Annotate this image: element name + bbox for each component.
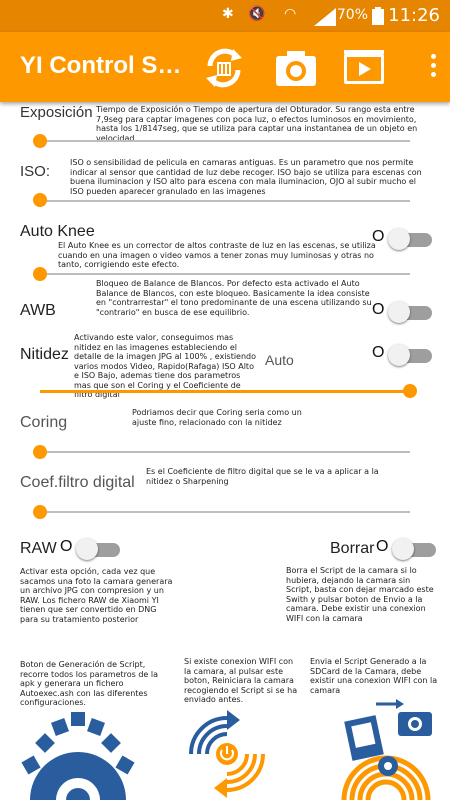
- borrar-toggle[interactable]: O: [376, 538, 438, 560]
- autoknee-desc: El Auto Knee es un corrector de altos co…: [58, 241, 376, 269]
- coef-slider-track[interactable]: [40, 511, 410, 513]
- overflow-menu-icon[interactable]: [430, 54, 438, 80]
- coring-label: Coring: [20, 414, 68, 431]
- coef-label: Coef.filtro digital: [20, 474, 135, 491]
- nitidez-slider-thumb[interactable]: [403, 384, 417, 398]
- nitidez-toggle[interactable]: O: [372, 344, 434, 366]
- clock: 11:26: [388, 5, 440, 26]
- awb-desc: Bloqueo de Balance de Blancos. Por defec…: [96, 279, 372, 317]
- raw-label: RAW: [20, 540, 57, 557]
- reboot-desc: Si existe conexion WIFI con la camara, a…: [184, 657, 298, 704]
- nitidez-mode-value: Auto: [265, 352, 294, 368]
- wifi-icon: ◠: [284, 6, 297, 22]
- reboot-camera-button[interactable]: [182, 708, 272, 800]
- raw-toggle[interactable]: O: [60, 538, 122, 560]
- coring-desc: Podriamos decir que Coring seria como un…: [132, 408, 302, 427]
- battery-icon: [372, 7, 384, 25]
- gear-icon: [21, 712, 135, 800]
- raw-desc: Activar esta opción, cada vez que sacamo…: [20, 567, 173, 624]
- nitidez-slider-track[interactable]: [40, 390, 410, 393]
- signal-icon: [314, 8, 336, 26]
- settings-list: Exposición Tiempo de Exposición o Tiempo…: [0, 102, 450, 800]
- iso-slider-thumb[interactable]: [33, 193, 47, 207]
- bluetooth-icon: ✱: [222, 6, 234, 22]
- awb-label: AWB: [20, 302, 56, 319]
- exposicion-desc: Tiempo de Exposición o Tiempo de apertur…: [96, 105, 418, 143]
- awb-toggle[interactable]: O: [372, 301, 434, 323]
- coef-desc: Es el Coeficiente de filtro digital que …: [146, 467, 379, 486]
- send-desc: Envia el Script Generado a la SDCard de …: [310, 657, 438, 695]
- exposicion-label: Exposición: [20, 104, 93, 121]
- iso-desc: ISO o sensibilidad de pelicula en camara…: [70, 158, 422, 196]
- exposicion-slider-thumb[interactable]: [33, 134, 47, 148]
- reboot-icon: [189, 710, 265, 798]
- sync-delete-icon[interactable]: [200, 44, 248, 92]
- video-icon[interactable]: [340, 44, 388, 92]
- exposicion-slider-track[interactable]: [40, 140, 410, 142]
- autoknee-slider-track[interactable]: [40, 273, 410, 275]
- send-to-camera-icon: [341, 699, 432, 800]
- iso-slider-track[interactable]: [40, 200, 410, 202]
- generate-desc: Boton de Generación de Script, recorre t…: [20, 660, 159, 707]
- camera-icon[interactable]: [272, 44, 320, 92]
- coring-slider-track[interactable]: [40, 451, 410, 453]
- coring-slider-thumb[interactable]: [33, 445, 47, 459]
- borrar-label: Borrar: [330, 540, 375, 557]
- coef-slider-thumb[interactable]: [33, 505, 47, 519]
- nitidez-label: Nitidez: [20, 346, 69, 363]
- status-bar: ✱ 🔇 ◠ 70% 11:26: [0, 0, 450, 32]
- autoknee-toggle[interactable]: O: [372, 228, 434, 250]
- borrar-desc: Borra el Script de la camara si lo hubie…: [286, 566, 434, 623]
- app-title: YI Control S…: [20, 52, 182, 79]
- app-bar: YI Control S…: [0, 32, 450, 102]
- mute-icon: 🔇: [248, 6, 266, 22]
- autoknee-label: Auto Knee: [20, 223, 95, 240]
- send-script-button[interactable]: [336, 696, 436, 800]
- generate-script-button[interactable]: [18, 702, 138, 800]
- autoknee-slider-thumb[interactable]: [33, 267, 47, 281]
- iso-label: ISO:: [20, 163, 51, 180]
- battery-percent: 70%: [336, 7, 368, 23]
